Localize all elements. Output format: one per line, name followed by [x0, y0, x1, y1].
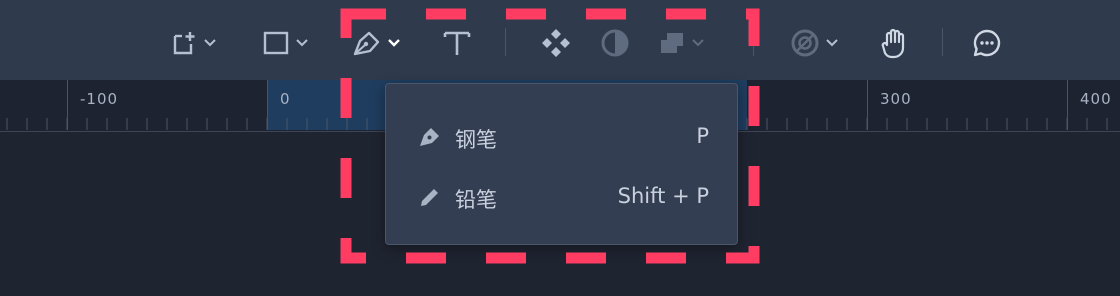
- component-icon: [541, 28, 571, 58]
- chevron-down-icon: [826, 39, 838, 47]
- contrast-icon: [600, 28, 630, 58]
- ruler-label: 0: [280, 90, 291, 108]
- contrast-tool[interactable]: [600, 26, 630, 60]
- chevron-down-icon: [388, 39, 400, 47]
- hand-tool[interactable]: [880, 26, 910, 60]
- toolbar-separator: [942, 28, 943, 56]
- add-frame-tool[interactable]: [170, 26, 216, 60]
- pen-icon: [418, 125, 442, 154]
- pen-tool[interactable]: [352, 26, 400, 60]
- ruler-major-tick: [1067, 80, 1068, 130]
- rectangle-tool[interactable]: [262, 26, 308, 60]
- pen-icon: [352, 29, 382, 57]
- ruler-major-tick: [267, 80, 268, 130]
- mask-tool[interactable]: [790, 26, 838, 60]
- menu-item-shortcut: P: [696, 124, 709, 148]
- menu-item-pen[interactable]: 钢笔 P: [386, 112, 737, 162]
- text-tool[interactable]: [442, 26, 472, 60]
- menu-item-label: 钢笔: [455, 128, 497, 152]
- hand-icon: [880, 27, 910, 59]
- chevron-down-icon: [204, 39, 216, 47]
- menu-item-pencil[interactable]: 铅笔 Shift + P: [386, 172, 737, 222]
- toolbar-separator: [505, 28, 506, 56]
- menu-item-shortcut: Shift + P: [617, 184, 709, 208]
- pen-tool-dropdown: 钢笔 P 铅笔 Shift + P: [385, 83, 738, 245]
- menu-item-label: 铅笔: [455, 188, 497, 212]
- ruler-label: 300: [880, 90, 912, 108]
- chevron-down-icon: [692, 39, 704, 47]
- ruler-label: -100: [80, 90, 119, 108]
- add-frame-icon: [170, 29, 198, 57]
- boolean-icon: [658, 29, 686, 57]
- rectangle-icon: [262, 29, 290, 57]
- boolean-tool[interactable]: [658, 26, 704, 60]
- ruler-label: 400: [1080, 90, 1112, 108]
- ruler-major-tick: [867, 80, 868, 130]
- toolbar-separator: [753, 28, 754, 56]
- mask-icon: [790, 28, 820, 58]
- comment-tool[interactable]: [972, 26, 1002, 60]
- ruler-major-tick: [67, 80, 68, 130]
- chevron-down-icon: [296, 39, 308, 47]
- pencil-icon: [418, 185, 442, 214]
- text-icon: [442, 28, 472, 58]
- component-tool[interactable]: [541, 26, 571, 60]
- toolbar: [0, 0, 1120, 80]
- comment-icon: [972, 28, 1002, 58]
